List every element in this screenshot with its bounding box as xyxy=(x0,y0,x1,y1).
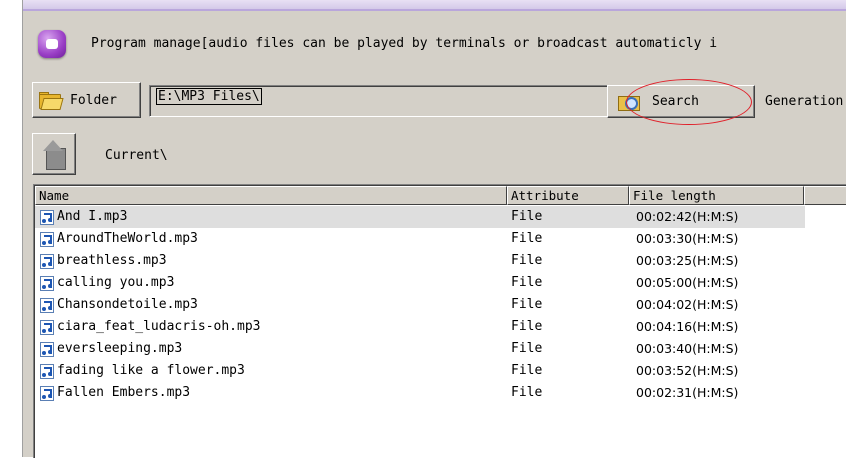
file-name: calling you.mp3 xyxy=(57,275,175,290)
app-icon xyxy=(38,30,66,58)
file-attribute: File xyxy=(511,319,543,334)
file-name: And I.mp3 xyxy=(57,206,128,228)
file-name: breathless.mp3 xyxy=(57,253,167,268)
file-name: fading like a flower.mp3 xyxy=(57,363,245,378)
music-file-icon xyxy=(40,210,54,225)
file-length: 00:03:30(H:M:S) xyxy=(636,231,739,246)
table-row[interactable]: AroundTheWorld.mp3 File 00:03:30(H:M:S) xyxy=(35,228,805,250)
folder-path-field[interactable]: E:\MP3 Files\ xyxy=(149,85,610,117)
search-button[interactable]: Search xyxy=(607,85,755,118)
program-manage-window: Program manage[audio files can be played… xyxy=(22,0,846,458)
music-file-icon xyxy=(40,364,54,379)
column-header-name[interactable]: Name xyxy=(35,186,507,205)
file-attribute: File xyxy=(511,385,543,400)
music-file-icon xyxy=(40,298,54,313)
folder-icon xyxy=(39,92,64,110)
page-title: Program manage[audio files can be played… xyxy=(91,36,718,51)
file-attribute: File xyxy=(511,231,543,246)
file-attribute: File xyxy=(511,209,543,224)
file-name: Fallen Embers.mp3 xyxy=(57,385,191,400)
title-strip xyxy=(23,0,846,11)
file-attribute: File xyxy=(511,253,543,268)
table-row[interactable]: fading like a flower.mp3 File 00:03:52(H… xyxy=(35,360,805,382)
file-length: 00:03:40(H:M:S) xyxy=(636,341,739,356)
search-folder-icon xyxy=(618,93,640,111)
file-length: 00:02:42(H:M:S) xyxy=(636,209,739,224)
file-rows: And I.mp3 File 00:02:42(H:M:S) AroundThe… xyxy=(35,206,805,404)
table-row[interactable]: eversleeping.mp3 File 00:03:40(H:M:S) xyxy=(35,338,805,360)
file-length: 00:03:25(H:M:S) xyxy=(636,253,739,268)
file-name: eversleeping.mp3 xyxy=(57,341,183,356)
file-name: ciara_feat_ludacris-oh.mp3 xyxy=(57,319,261,334)
file-name: AroundTheWorld.mp3 xyxy=(57,231,198,246)
file-attribute: File xyxy=(511,297,543,312)
file-list[interactable]: Name Attribute File length And I.mp3 Fil… xyxy=(33,184,846,458)
folder-path-value: E:\MP3 Files\ xyxy=(156,88,262,105)
folder-button-label: Folder xyxy=(70,92,117,108)
column-header-empty xyxy=(804,186,846,205)
table-row[interactable]: Fallen Embers.mp3 File 00:02:31(H:M:S) xyxy=(35,382,805,404)
file-name: Chansondetoile.mp3 xyxy=(57,297,198,312)
column-header-file-length[interactable]: File length xyxy=(629,186,804,205)
file-length: 00:04:16(H:M:S) xyxy=(636,319,739,334)
generation-label: Generation xyxy=(765,94,844,109)
music-file-icon xyxy=(40,386,54,401)
file-length: 00:04:02(H:M:S) xyxy=(636,297,739,312)
table-row[interactable]: Chansondetoile.mp3 File 00:04:02(H:M:S) xyxy=(35,294,805,316)
file-attribute: File xyxy=(511,275,543,290)
file-length: 00:03:52(H:M:S) xyxy=(636,363,739,378)
table-row[interactable]: And I.mp3 File 00:02:42(H:M:S) xyxy=(35,206,805,228)
up-folder-button[interactable] xyxy=(32,133,76,175)
file-length: 00:05:00(H:M:S) xyxy=(636,275,739,290)
table-row[interactable]: breathless.mp3 File 00:03:25(H:M:S) xyxy=(35,250,805,272)
music-file-icon xyxy=(40,320,54,335)
column-header-attribute[interactable]: Attribute xyxy=(507,186,629,205)
table-row[interactable]: calling you.mp3 File 00:05:00(H:M:S) xyxy=(35,272,805,294)
table-row[interactable]: ciara_feat_ludacris-oh.mp3 File 00:04:16… xyxy=(35,316,805,338)
file-attribute: File xyxy=(511,363,543,378)
music-file-icon xyxy=(40,276,54,291)
file-attribute: File xyxy=(511,341,543,356)
music-file-icon xyxy=(40,342,54,357)
up-folder-icon xyxy=(41,140,67,170)
file-length: 00:02:31(H:M:S) xyxy=(636,385,739,400)
music-file-icon xyxy=(40,232,54,247)
music-file-icon xyxy=(40,254,54,269)
search-button-label: Search xyxy=(652,94,699,109)
folder-button[interactable]: Folder xyxy=(32,82,141,118)
current-path-label: Current\ xyxy=(105,148,168,163)
